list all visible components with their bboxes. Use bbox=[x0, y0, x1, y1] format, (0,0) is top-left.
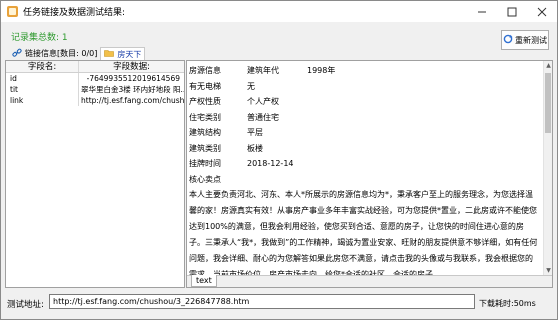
detail-value: 无 bbox=[247, 81, 255, 91]
vertical-scrollbar[interactable]: ▲ ▼ bbox=[543, 61, 552, 275]
tab-link-info-label: 链接信息[数目: 0/0] bbox=[25, 49, 98, 58]
maximize-icon[interactable] bbox=[497, 1, 527, 22]
tab-link-info[interactable]: 链接信息[数目: 0/0] bbox=[9, 47, 100, 60]
tab-fang[interactable]: 房天下 bbox=[100, 47, 146, 60]
tab-strip: 链接信息[数目: 0/0] 房天下 bbox=[9, 47, 146, 60]
detail-value: 个人产权 bbox=[247, 97, 279, 106]
field-grid: 字段名: 字段数据: id -7649935512019614569 tit 翠… bbox=[5, 60, 185, 288]
description-paragraph: 本人主要负责河北、河东、本人*所展示的房源信息均为*，秉承客户至上的服务理念，为… bbox=[189, 190, 538, 275]
window-title: 任务链接及数据测试结果: bbox=[23, 8, 126, 18]
table-row[interactable]: tit 翠华里白金3楼 环内好地段 阳... bbox=[6, 84, 184, 95]
detail-value: 2018-12-14 bbox=[247, 159, 294, 168]
title-bar: 任务链接及数据测试结果: bbox=[1, 1, 557, 22]
scroll-up-icon[interactable]: ▲ bbox=[544, 61, 552, 70]
detail-row: 建筑结构 平层 bbox=[189, 125, 542, 141]
field-value-cell: 翠华里白金3楼 环内好地段 阳... bbox=[81, 85, 184, 94]
detail-key: 建筑类别 bbox=[189, 143, 221, 153]
detail-key: 有无电梯 bbox=[189, 81, 221, 91]
detail-bottom-tabs: text bbox=[187, 275, 552, 287]
app-icon bbox=[6, 5, 19, 18]
test-result-window: 任务链接及数据测试结果: 记录集总数: 1 重新测试 链接信息[数目: 0/0]… bbox=[0, 0, 558, 320]
test-url-field[interactable]: http://tj.esf.fang.com/chushou/3_2268477… bbox=[49, 294, 475, 309]
refresh-icon bbox=[503, 34, 513, 46]
detail-key: 建筑结构 bbox=[189, 128, 221, 137]
retest-button[interactable]: 重新测试 bbox=[501, 30, 549, 50]
tab-text[interactable]: text bbox=[191, 275, 217, 287]
detail-row: 有无电梯 无 bbox=[189, 79, 542, 95]
folder-icon bbox=[104, 48, 115, 60]
link-icon bbox=[12, 48, 22, 60]
detail-row: 核心卖点 bbox=[189, 172, 542, 188]
detail-value-extra: 1998年 bbox=[307, 66, 336, 75]
detail-row: 产权性质 个人产权 bbox=[189, 94, 542, 110]
detail-key: 产权性质 bbox=[189, 97, 221, 106]
retest-button-label: 重新测试 bbox=[515, 35, 547, 45]
record-count-label: 记录集总数: 1 bbox=[11, 33, 68, 43]
column-header-field-data[interactable]: 字段数据: bbox=[79, 61, 184, 72]
table-row[interactable]: id -7649935512019614569 bbox=[6, 73, 184, 84]
detail-key: 挂牌时间 bbox=[189, 159, 221, 168]
detail-text-area[interactable]: 房源信息 建筑年代 1998年 有无电梯 无 产权性质 个人产权 住宅类别 普通… bbox=[187, 61, 542, 275]
tab-fang-label: 房天下 bbox=[117, 49, 142, 59]
detail-row: 住宅类别 普通住宅 bbox=[189, 110, 542, 126]
download-time-label: 下载耗时:50ms bbox=[479, 299, 536, 308]
field-value-cell: -7649935512019614569 bbox=[86, 74, 180, 83]
field-value-cell: http://tj.esf.fang.com/chush... bbox=[81, 96, 184, 105]
scroll-down-icon[interactable]: ▼ bbox=[544, 266, 552, 275]
detail-value: 平层 bbox=[247, 128, 263, 137]
detail-key: 核心卖点 bbox=[189, 174, 221, 184]
column-header-field-name[interactable]: 字段名: bbox=[6, 61, 79, 72]
detail-row: 挂牌时间 2018-12-14 bbox=[189, 156, 542, 172]
minimize-icon[interactable] bbox=[467, 1, 497, 22]
field-name-cell: tit bbox=[6, 84, 79, 95]
detail-key: 住宅类别 bbox=[189, 112, 221, 122]
detail-row: 建筑类别 板楼 bbox=[189, 141, 542, 157]
field-name-cell: link bbox=[6, 95, 79, 106]
test-url-label: 测试地址: bbox=[7, 300, 44, 310]
detail-value: 板楼 bbox=[247, 143, 263, 153]
grid-header: 字段名: 字段数据: bbox=[6, 61, 184, 73]
detail-row: 房源信息 建筑年代 1998年 bbox=[189, 63, 542, 79]
detail-key: 房源信息 bbox=[189, 66, 221, 75]
scrollbar-thumb[interactable] bbox=[545, 73, 551, 133]
detail-panel: 房源信息 建筑年代 1998年 有无电梯 无 产权性质 个人产权 住宅类别 普通… bbox=[186, 60, 553, 288]
field-name-cell: id bbox=[6, 73, 79, 84]
detail-value: 建筑年代 bbox=[247, 66, 279, 75]
detail-value: 普通住宅 bbox=[247, 112, 279, 122]
table-row[interactable]: link http://tj.esf.fang.com/chush... bbox=[6, 95, 184, 106]
close-icon[interactable] bbox=[527, 1, 557, 22]
